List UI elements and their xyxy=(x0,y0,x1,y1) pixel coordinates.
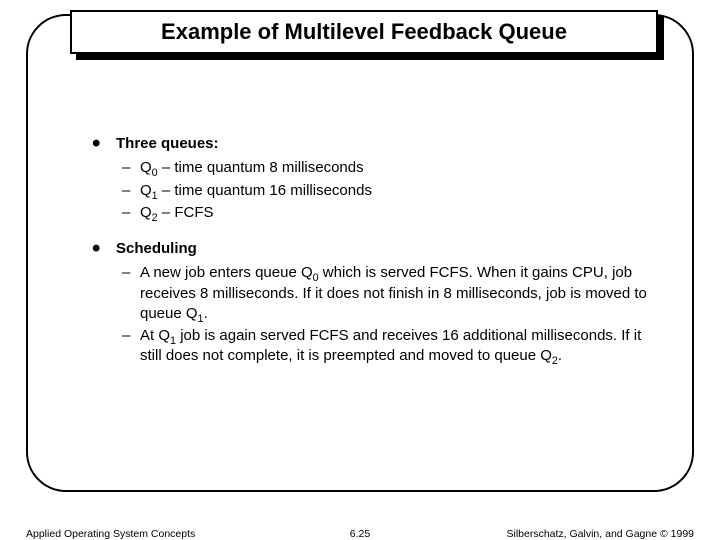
title-container: Example of Multilevel Feedback Queue xyxy=(70,10,658,54)
s1-text-c: . xyxy=(204,305,208,322)
bullet-group-1: Three queues: Q0 – time quantum 8 millis… xyxy=(92,134,652,223)
subbullet-q2: Q2 – FCFS xyxy=(92,203,652,223)
footer-copyright: Silberschatz, Galvin, and Gagne © 1999 xyxy=(506,528,694,540)
bullet-group-2: Scheduling A new job enters queue Q0 whi… xyxy=(92,239,652,367)
q0-desc: – time quantum 8 milliseconds xyxy=(158,159,364,176)
subbullet-q0: Q0 – time quantum 8 milliseconds xyxy=(92,158,652,178)
slide-body: Three queues: Q0 – time quantum 8 millis… xyxy=(92,134,652,383)
slide-frame: Example of Multilevel Feedback Queue Thr… xyxy=(26,14,694,492)
subbullet-sched-1: A new job enters queue Q0 which is serve… xyxy=(92,263,652,324)
footer-left: Applied Operating System Concepts xyxy=(26,528,195,540)
q0-symbol: Q xyxy=(140,159,152,176)
s2-text-c: . xyxy=(558,347,562,364)
slide-title: Example of Multilevel Feedback Queue xyxy=(161,19,567,45)
q1-desc: – time quantum 16 milliseconds xyxy=(158,182,372,199)
q1-symbol: Q xyxy=(140,182,152,199)
title-box: Example of Multilevel Feedback Queue xyxy=(70,10,658,54)
bullet-scheduling: Scheduling xyxy=(92,239,652,259)
s2-text-a: At Q xyxy=(140,327,170,344)
bullet-three-queues: Three queues: xyxy=(92,134,652,154)
subbullet-sched-2: At Q1 job is again served FCFS and recei… xyxy=(92,326,652,367)
q2-symbol: Q xyxy=(140,204,152,221)
q2-desc: – FCFS xyxy=(158,204,214,221)
s1-text-a: A new job enters queue Q xyxy=(140,264,313,281)
subbullet-q1: Q1 – time quantum 16 milliseconds xyxy=(92,181,652,201)
footer-page-number: 6.25 xyxy=(350,528,370,540)
s2-text-b: job is again served FCFS and receives 16… xyxy=(140,327,641,364)
